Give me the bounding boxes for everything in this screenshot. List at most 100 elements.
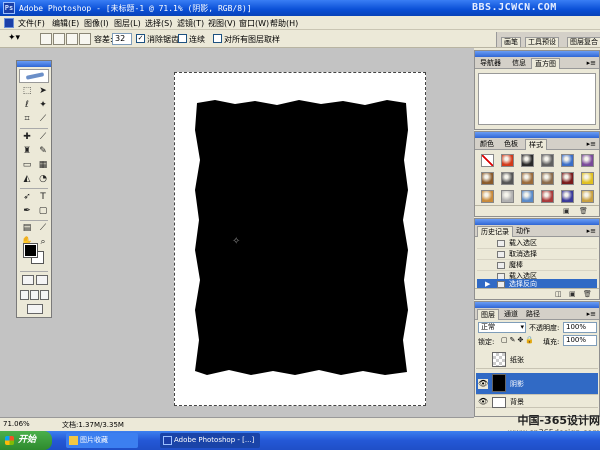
document-size[interactable]: 文档:1.37M/3.35M [62,420,124,430]
well-tab-layer-comps[interactable]: 图层复合 [567,37,600,47]
tab-paths[interactable]: 路径 [523,309,543,320]
screen-mode-standard-icon[interactable] [20,290,29,300]
tab-color[interactable]: 颜色 [477,139,497,150]
menu-edit[interactable]: 编辑(E) [52,18,79,29]
healing-brush-icon[interactable]: ✚ [20,131,34,144]
layer-row-paper[interactable]: 纸张 [476,351,598,369]
style-swatch[interactable] [581,154,594,167]
style-swatch[interactable] [501,190,514,203]
tab-history[interactable]: 历史记录 [477,226,513,237]
tab-channels[interactable]: 通道 [501,309,521,320]
imageready-icon[interactable] [27,304,43,314]
palette-menu-icon[interactable]: ▸≡ [587,59,596,67]
pen-icon[interactable]: ✒ [20,205,34,218]
move-icon[interactable]: ➤ [36,85,50,98]
tolerance-input[interactable]: 32 [112,33,132,45]
tab-layers[interactable]: 图层 [477,309,499,320]
style-swatch[interactable] [561,190,574,203]
snapshot-icon[interactable]: ◫ [555,290,562,298]
blur-icon[interactable]: ◭ [20,173,34,186]
lasso-icon[interactable]: ℓ [20,99,34,112]
zoom-level[interactable]: 71.06% [3,420,30,428]
marquee-icon[interactable]: ⬚ [20,85,34,98]
gradient-icon[interactable]: ▦ [36,159,50,172]
standard-mode-icon[interactable] [22,275,34,285]
path-selection-icon[interactable]: ➶ [20,191,34,204]
layer-row-background[interactable]: 👁 背景 [476,396,598,408]
history-item[interactable]: 魔棒 [477,260,597,271]
eraser-icon[interactable]: ▭ [20,159,34,172]
zoom-icon[interactable]: ⌕ [36,236,50,249]
slice-icon[interactable]: ⟋ [36,113,50,126]
style-swatch[interactable] [521,172,534,185]
start-button[interactable]: 开始 [0,431,52,450]
magic-wand-icon[interactable]: ✦▾ [8,33,32,45]
eye-icon[interactable]: 👁 [478,397,488,407]
tab-swatches[interactable]: 色板 [501,139,521,150]
subtract-selection-button[interactable] [66,33,78,45]
eye-icon[interactable]: 👁 [478,379,488,389]
all-layers-checkbox[interactable] [213,34,222,43]
style-swatch[interactable] [521,190,534,203]
screen-mode-full-icon[interactable] [40,290,49,300]
tab-actions[interactable]: 动作 [513,226,533,237]
lock-options-icons[interactable]: ▢✎✥🔒 [501,336,536,344]
clone-stamp-icon[interactable]: ♜ [20,145,34,158]
intersect-selection-button[interactable] [79,33,91,45]
notes-icon[interactable]: ▤ [20,222,34,235]
style-swatch[interactable] [501,172,514,185]
menu-filter[interactable]: 滤镜(T) [177,18,204,29]
new-selection-button[interactable] [40,33,52,45]
history-item[interactable]: 取消选择 [477,249,597,260]
tab-histogram[interactable]: 直方图 [531,58,560,69]
style-swatch[interactable] [581,190,594,203]
task-button-pictures[interactable]: 图片收藏 [66,433,138,448]
tab-info[interactable]: 信息 [509,58,529,69]
style-swatch[interactable] [581,172,594,185]
menu-view[interactable]: 视图(V) [208,18,236,29]
task-button-photoshop[interactable]: Adobe Photoshop - [...] [160,433,260,448]
blend-mode-select[interactable]: 正常 ▾ [478,322,526,333]
photoshop-feather-icon[interactable] [19,69,49,83]
foreground-color-swatch[interactable] [23,243,38,258]
menu-file[interactable]: 文件(F) [18,18,45,29]
style-swatch[interactable] [541,154,554,167]
menu-image[interactable]: 图像(I) [84,18,109,29]
style-swatch[interactable] [541,172,554,185]
layer-visibility-toggle[interactable] [478,355,488,365]
trash-icon[interactable]: 🗑 [583,290,592,298]
magic-wand-tool-icon[interactable]: ✦ [36,99,50,112]
type-icon[interactable]: T [36,191,50,204]
brush-icon[interactable]: ⟋ [36,131,50,144]
style-swatch[interactable] [561,154,574,167]
document-icon[interactable] [4,18,14,28]
anti-alias-checkbox[interactable]: ✓ [136,34,145,43]
photoshop-icon[interactable]: Ps [3,2,15,14]
palette-menu-icon[interactable]: ▸≡ [587,140,596,148]
tab-styles[interactable]: 样式 [525,139,547,150]
menu-select[interactable]: 选择(S) [145,18,172,29]
style-swatch[interactable] [481,172,494,185]
style-swatch[interactable] [481,154,494,167]
palette-menu-icon[interactable]: ▸≡ [587,310,596,318]
new-style-icon[interactable]: ▣ [563,207,570,215]
history-brush-icon[interactable]: ✎ [36,145,50,158]
history-item[interactable]: 载入选区 [477,238,597,249]
trash-icon[interactable]: 🗑 [579,207,588,215]
add-selection-button[interactable] [53,33,65,45]
palette-menu-icon[interactable]: ▸≡ [587,227,596,235]
crop-icon[interactable]: ⌗ [20,113,34,126]
opacity-input[interactable]: 100% [563,322,597,333]
well-tab-brushes[interactable]: 画笔 [501,37,521,47]
eyedropper-icon[interactable]: ⟋ [36,222,50,235]
style-swatch[interactable] [541,190,554,203]
style-swatch[interactable] [481,190,494,203]
layer-row-shadow[interactable]: 👁 阴影 [476,373,598,395]
well-tab-tool-presets[interactable]: 工具预设 [525,37,559,47]
contiguous-checkbox[interactable] [178,34,187,43]
quick-mask-icon[interactable] [36,275,48,285]
shape-icon[interactable]: ▢ [36,205,50,218]
menu-window[interactable]: 窗口(W) [239,18,269,29]
tab-navigator[interactable]: 导航器 [477,58,504,69]
dodge-icon[interactable]: ◔ [36,173,50,186]
